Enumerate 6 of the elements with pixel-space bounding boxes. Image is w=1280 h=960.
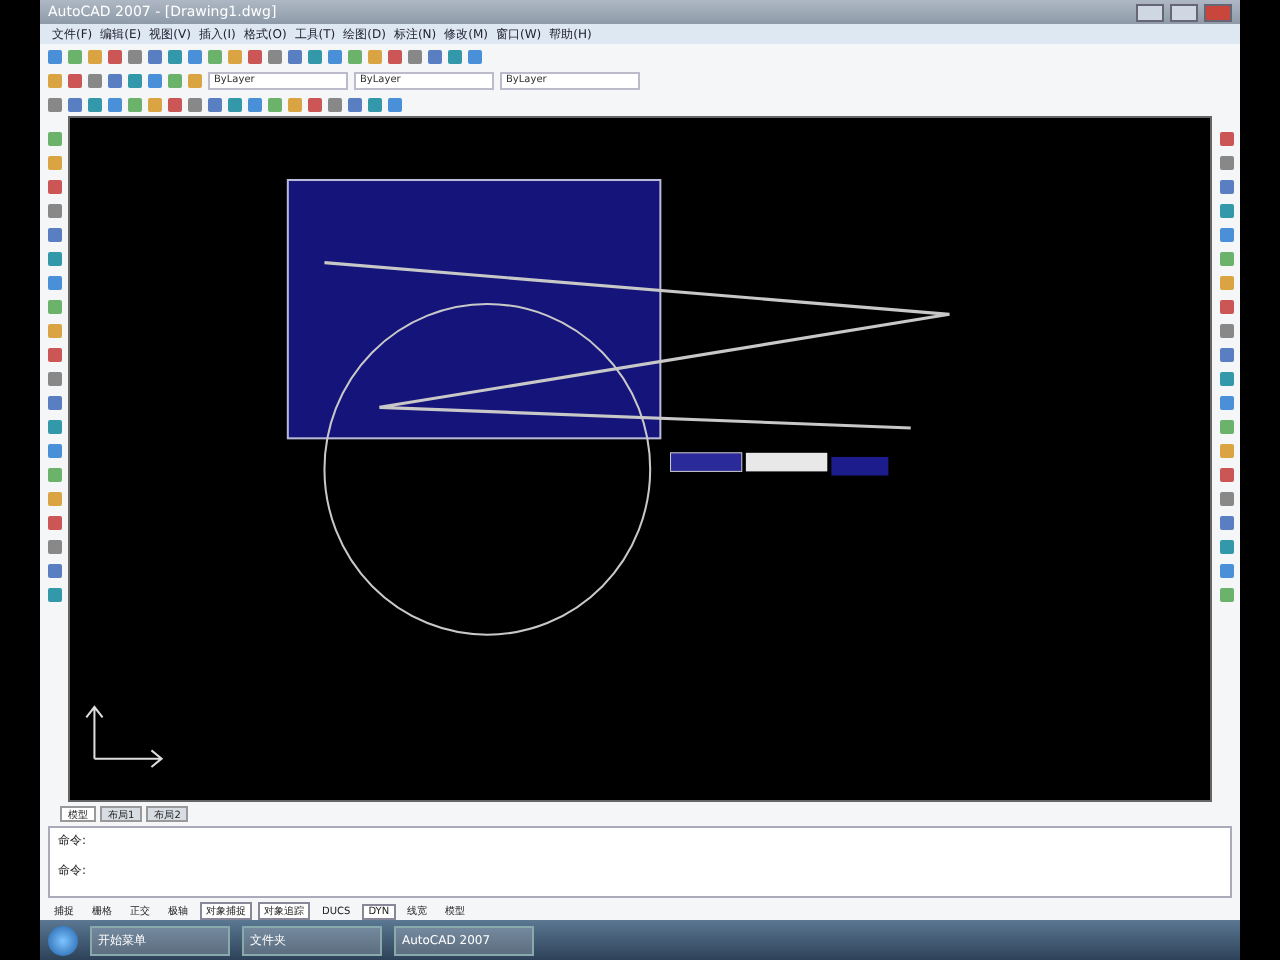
drawing-canvas[interactable]	[68, 116, 1212, 802]
ucs-axis-icon	[85, 705, 164, 768]
minimize-button[interactable]	[1136, 3, 1164, 21]
start-button[interactable]	[48, 925, 78, 955]
maximize-button[interactable]	[1170, 3, 1198, 21]
close-button[interactable]	[1204, 3, 1232, 21]
